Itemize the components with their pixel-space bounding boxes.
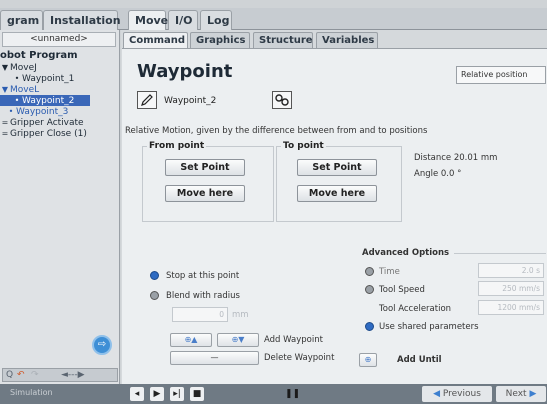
add-waypoint-after-button[interactable]: ⊕▼ — [217, 333, 259, 347]
pause-icon[interactable]: ❚❚ — [285, 387, 300, 401]
tree-item-gripper-close[interactable]: = Gripper Close (1) — [0, 128, 120, 139]
add-waypoint-before-button[interactable]: ⊕▲ — [170, 333, 212, 347]
tree-item-label: Gripper Close (1) — [10, 129, 87, 139]
tool-accel-input[interactable]: 1200 mm/s — [478, 300, 544, 315]
to-point-group: To point Set Point Move here — [276, 141, 402, 222]
from-point-label: From point — [147, 141, 207, 151]
motion-description: Relative Motion, given by the difference… — [125, 126, 428, 136]
expand-icon[interactable]: ⇨ — [92, 335, 112, 355]
step-icon[interactable]: ▸| — [170, 387, 184, 401]
previous-label: Previous — [442, 389, 481, 399]
next-button[interactable]: Next ▶ — [496, 386, 546, 402]
tab-program[interactable]: gram — [0, 10, 43, 30]
program-tree: obot Program ▼ MoveJ • Waypoint_1 ▼ MoveL •… — [0, 50, 120, 139]
blend-radius-label: Blend with radius — [166, 291, 240, 301]
tab-installation[interactable]: Installation — [43, 10, 121, 30]
tab-graphics[interactable]: Graphics — [190, 32, 250, 48]
command-content: Waypoint Relative position Waypoint_2 Re… — [122, 48, 547, 384]
tool-speed-radio[interactable] — [365, 285, 374, 294]
main-panel: Command Graphics Structure Variables Way… — [121, 30, 547, 384]
stop-at-point-radio[interactable] — [150, 271, 159, 280]
rewind-icon[interactable]: ◂ — [130, 387, 144, 401]
from-set-point-button[interactable]: Set Point — [165, 159, 245, 176]
tree-item-label: Waypoint_1 — [22, 74, 75, 84]
blend-radius-radio[interactable] — [150, 291, 159, 300]
tab-move[interactable]: Move — [128, 10, 168, 30]
collapse-arrow-icon: ▼ — [1, 85, 9, 94]
tree-item-label: Gripper Activate — [10, 118, 84, 128]
advanced-options-title: Advanced Options — [362, 248, 450, 258]
gripper-icon: = — [1, 129, 9, 138]
bottom-control-bar: Simulation ◂ ▶ ▸| ■ ❚❚ ◀ Previous Next ▶ — [0, 384, 547, 404]
tree-item-waypoint-3[interactable]: • Waypoint_3 — [0, 106, 120, 117]
blend-radius-input[interactable]: 0 — [172, 307, 228, 322]
tool-speed-label: Tool Speed — [379, 285, 425, 295]
shared-params-label: Use shared parameters — [379, 322, 479, 332]
from-point-group: From point Set Point Move here — [142, 141, 274, 222]
tree-item-robot-program[interactable]: obot Program — [0, 50, 120, 62]
add-until-label: Add Until — [397, 355, 442, 365]
top-tab-bar: gram Installation Move I/O Log — [0, 8, 547, 30]
delete-waypoint-button[interactable]: — — [170, 351, 259, 365]
tree-item-label: Waypoint_2 — [22, 96, 75, 106]
gripper-icon: = — [1, 118, 9, 127]
tool-accel-label: Tool Acceleration — [379, 304, 452, 314]
time-radio[interactable] — [365, 267, 374, 276]
tab-io[interactable]: I/O — [168, 10, 198, 30]
link-icon[interactable] — [272, 91, 292, 109]
waypoint-dot-icon: • — [14, 96, 20, 105]
position-mode-dropdown[interactable]: Relative position — [456, 66, 546, 84]
time-input[interactable]: 2.0 s — [478, 263, 544, 278]
tree-scroll-arrows[interactable]: ◄---▶ — [61, 369, 85, 381]
tab-command[interactable]: Command — [123, 32, 188, 48]
blend-unit: mm — [232, 310, 249, 320]
tree-item-waypoint-2[interactable]: • Waypoint_2 — [0, 95, 90, 106]
shared-params-radio[interactable] — [365, 322, 374, 331]
time-label: Time — [379, 267, 400, 277]
previous-button[interactable]: ◀ Previous — [422, 386, 492, 402]
redo-icon[interactable]: ↷ — [31, 369, 39, 381]
program-name-field[interactable]: <unnamed> — [2, 32, 116, 47]
tree-toolbar: Q ↶ ↷ ◄---▶ — [2, 368, 118, 382]
angle-readout: Angle 0.0 ° — [414, 169, 462, 179]
tool-speed-input[interactable]: 250 mm/s — [478, 281, 544, 296]
from-move-here-button[interactable]: Move here — [165, 185, 245, 202]
tree-item-label: MoveL — [10, 85, 40, 95]
edit-pencil-icon[interactable] — [137, 91, 157, 109]
waypoint-dot-icon: • — [14, 74, 20, 83]
waypoint-dot-icon: • — [8, 107, 14, 116]
play-icon[interactable]: ▶ — [150, 387, 164, 401]
waypoint-name: Waypoint_2 — [164, 96, 217, 106]
undo-icon[interactable]: ↶ — [17, 369, 25, 381]
to-point-label: To point — [281, 141, 326, 151]
add-waypoint-label: Add Waypoint — [264, 335, 323, 345]
tab-structure[interactable]: Structure — [253, 32, 313, 48]
simulation-indicator[interactable]: Simulation — [10, 388, 53, 397]
to-set-point-button[interactable]: Set Point — [297, 159, 377, 176]
tree-item-waypoint-1[interactable]: • Waypoint_1 — [0, 73, 120, 84]
tree-item-label: MoveJ — [10, 63, 37, 73]
tree-item-movel[interactable]: ▼ MoveL — [0, 84, 120, 95]
page-title: Waypoint — [137, 61, 233, 82]
tab-log[interactable]: Log — [200, 10, 232, 30]
arrow-right-icon: ▶ — [526, 389, 537, 399]
collapse-arrow-icon: ▼ — [1, 63, 9, 72]
distance-readout: Distance 20.01 mm — [414, 153, 498, 163]
tree-item-label: obot Program — [0, 50, 78, 61]
add-until-button[interactable]: ⊕ — [359, 353, 377, 367]
program-tree-panel: <unnamed> obot Program ▼ MoveJ • Waypoint_… — [0, 30, 120, 384]
tab-variables[interactable]: Variables — [316, 32, 378, 48]
next-label: Next — [505, 389, 527, 399]
tree-item-label: Waypoint_3 — [16, 107, 69, 117]
to-move-here-button[interactable]: Move here — [297, 185, 377, 202]
advanced-divider — [454, 253, 546, 254]
delete-waypoint-label: Delete Waypoint — [264, 353, 335, 363]
tree-item-gripper-activate[interactable]: = Gripper Activate — [0, 117, 120, 128]
tree-item-movej[interactable]: ▼ MoveJ — [0, 62, 120, 73]
search-icon[interactable]: Q — [6, 369, 13, 381]
stop-icon[interactable]: ■ — [190, 387, 204, 401]
arrow-left-icon: ◀ — [433, 389, 443, 399]
stop-at-point-label: Stop at this point — [166, 271, 240, 281]
